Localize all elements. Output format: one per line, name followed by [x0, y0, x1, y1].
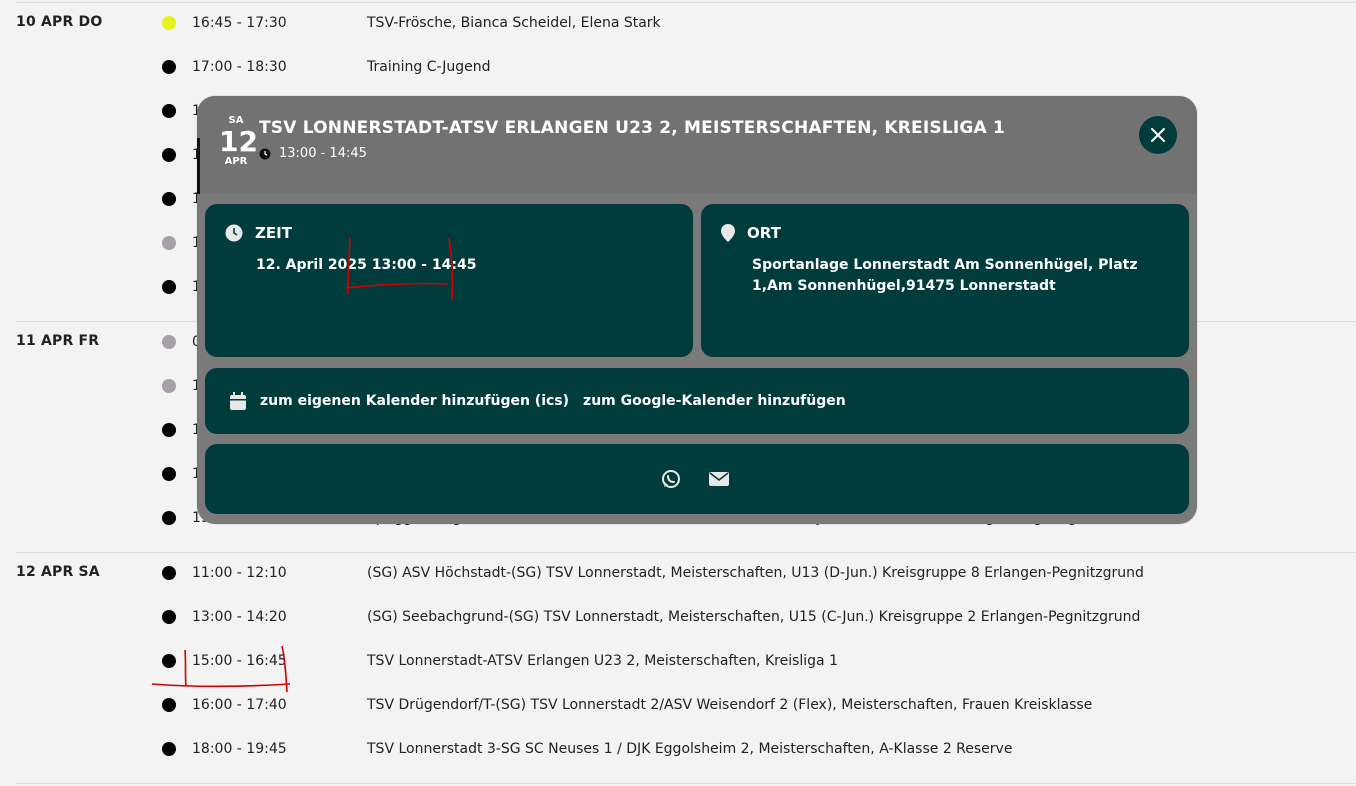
event-title: TSV Drügendorf/T-(SG) TSV Lonnerstadt 2/…: [367, 697, 1093, 713]
event-title: TSV-Frösche, Bianca Scheidel, Elena Star…: [367, 15, 661, 31]
event-time: 16:00 - 17:40: [192, 697, 287, 713]
day-divider: [16, 783, 1356, 784]
event-dot: [162, 148, 176, 162]
event-dot: [162, 698, 176, 712]
event-time: 13:00 - 14:20: [192, 609, 287, 625]
location-card-heading: ORT: [721, 224, 781, 242]
event-dot: [162, 280, 176, 294]
event-dot: [162, 379, 176, 393]
modal-time: 13:00 - 14:45: [259, 146, 367, 161]
modal-title: TSV LONNERSTADT-ATSV ERLANGEN U23 2, MEI…: [259, 118, 1006, 138]
event-title: (SG) ASV Höchstadt-(SG) TSV Lonnerstadt,…: [367, 565, 1144, 581]
modal-header: SA 12 APR TSV LONNERSTADT-ATSV ERLANGEN …: [197, 96, 1197, 194]
event-row[interactable]: 13:00 - 14:20 (SG) Seebachgrund-(SG) TSV …: [0, 608, 1340, 652]
event-row[interactable]: 16:45 - 17:30 TSV-Frösche, Bianca Scheide…: [0, 14, 1340, 58]
location-heading-text: ORT: [747, 224, 781, 242]
schedule-page: 10 APR DO 16:45 - 17:30 TSV-Frösche, Bianc…: [0, 0, 1356, 786]
event-dot: [162, 654, 176, 668]
event-title: Training C-Jugend: [367, 59, 491, 75]
event-title: (SG) Seebachgrund-(SG) TSV Lonnerstadt, …: [367, 609, 1141, 625]
location-value: Sportanlage Lonnerstadt Am Sonnenhügel, …: [752, 257, 1138, 294]
event-time: 11:00 - 12:10: [192, 565, 287, 581]
time-heading-text: ZEIT: [255, 224, 292, 242]
map-pin-icon: [721, 224, 735, 242]
event-dot: [162, 742, 176, 756]
event-dot: [162, 60, 176, 74]
event-dot: [162, 192, 176, 206]
ics-calendar-link[interactable]: zum eigenen Kalender hinzufügen (ics): [260, 393, 569, 409]
location-card: ORT Sportanlage Lonnerstadt Am Sonnenhüg…: [701, 204, 1189, 357]
event-dot: [162, 511, 176, 525]
modal-date: SA 12 APR: [219, 116, 258, 168]
date-accent-bar: [197, 138, 200, 194]
event-modal: SA 12 APR TSV LONNERSTADT-ATSV ERLANGEN …: [197, 96, 1197, 524]
event-dot: [162, 236, 176, 250]
day-divider: [16, 552, 1356, 553]
share-card: [205, 444, 1189, 514]
calendar-icon: [230, 392, 246, 410]
event-time: 16:45 - 17:30: [192, 15, 287, 31]
clock-icon: [225, 224, 243, 242]
event-dot: [162, 610, 176, 624]
calendar-links: zum eigenen Kalender hinzufügen (ics) zu…: [230, 392, 846, 410]
time-card: ZEIT 12. April 2025 13:00 - 14:45: [205, 204, 693, 357]
event-time: 17:00 - 18:30: [192, 59, 287, 75]
event-dot: [162, 335, 176, 349]
event-row[interactable]: 11:00 - 12:10 (SG) ASV Höchstadt-(SG) TSV…: [0, 564, 1340, 608]
mail-icon[interactable]: [709, 471, 729, 487]
calendar-card: zum eigenen Kalender hinzufügen (ics) zu…: [205, 368, 1189, 434]
share-buttons: [661, 469, 729, 489]
event-dot: [162, 423, 176, 437]
whatsapp-icon[interactable]: [661, 469, 681, 489]
event-dot: [162, 566, 176, 580]
clock-icon: [259, 148, 271, 159]
event-time: 15:00 - 16:45: [192, 653, 287, 669]
google-calendar-link[interactable]: zum Google-Kalender hinzufügen: [583, 393, 846, 409]
event-dot: [162, 104, 176, 118]
top-divider: [16, 2, 1356, 3]
modal-day: 12: [219, 125, 258, 158]
event-dot: [162, 16, 176, 30]
event-row[interactable]: 16:00 - 17:40 TSV Drügendorf/T-(SG) TSV L…: [0, 696, 1340, 740]
close-button[interactable]: [1139, 116, 1177, 154]
event-title: TSV Lonnerstadt-ATSV Erlangen U23 2, Mei…: [367, 653, 838, 669]
time-value: 12. April 2025 13:00 - 14:45: [256, 257, 477, 273]
event-title: TSV Lonnerstadt 3-SG SC Neuses 1 / DJK E…: [367, 741, 1013, 757]
event-dot: [162, 467, 176, 481]
close-icon: [1151, 128, 1165, 142]
event-row[interactable]: 18:00 - 19:45 TSV Lonnerstadt 3-SG SC Neu…: [0, 740, 1340, 784]
event-row[interactable]: 15:00 - 16:45 TSV Lonnerstadt-ATSV Erlang…: [0, 652, 1340, 696]
time-card-heading: ZEIT: [225, 224, 292, 242]
event-time: 18:00 - 19:45: [192, 741, 287, 757]
modal-time-text: 13:00 - 14:45: [279, 146, 367, 161]
